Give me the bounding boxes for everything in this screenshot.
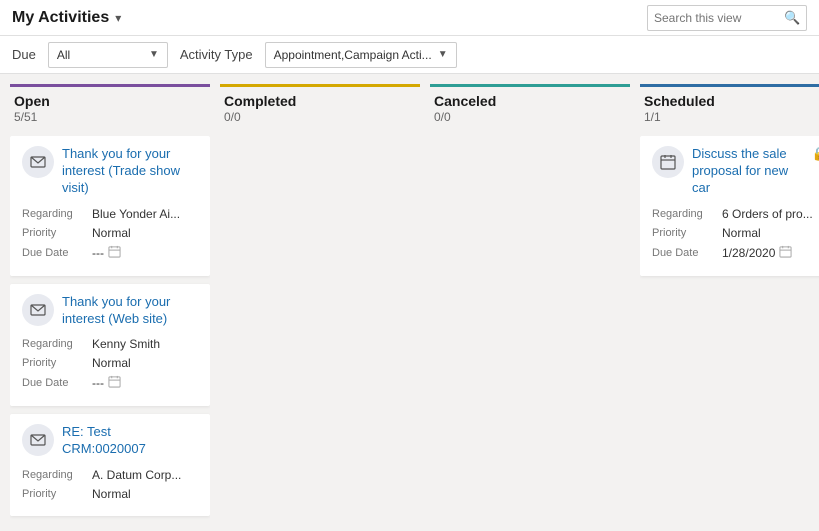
field-value-wrap: --- — [92, 245, 121, 261]
field-value: 6 Orders of pro... — [722, 207, 819, 221]
field-value: --- — [92, 376, 104, 390]
field-value: --- — [92, 246, 104, 260]
column-open: Open 5/51 Thank you for your interest (T… — [10, 84, 210, 521]
column-header-completed: Completed 0/0 — [220, 84, 420, 128]
field-value-wrap: --- — [92, 375, 121, 391]
column-count-canceled: 0/0 — [434, 110, 626, 124]
field-label: Regarding — [22, 338, 84, 350]
activity-icon — [22, 294, 54, 326]
field-value: Normal — [92, 356, 198, 370]
card-title[interactable]: RE: Test CRM:0020007 — [62, 424, 198, 458]
card-field: Due Date --- — [22, 245, 198, 261]
card[interactable]: Discuss the sale proposal for new car 🔒 … — [640, 136, 819, 276]
column-completed: Completed 0/0 — [220, 84, 420, 521]
cards-list-open: Thank you for your interest (Trade show … — [10, 136, 210, 521]
due-value: All — [57, 48, 70, 62]
activity-type-chevron-icon: ▼ — [438, 49, 448, 60]
column-count-open: 5/51 — [14, 110, 206, 124]
card-title[interactable]: Thank you for your interest (Web site) — [62, 294, 198, 328]
card-field: Due Date 1/28/2020 — [652, 245, 819, 261]
card-top: Thank you for your interest (Web site) — [22, 294, 198, 328]
field-value: Normal — [92, 487, 198, 501]
column-title-completed: Completed — [224, 93, 416, 109]
field-label: Due Date — [652, 247, 714, 259]
field-value: Kenny Smith — [92, 337, 198, 351]
calendar-icon[interactable] — [779, 245, 792, 261]
card-field: Regarding Blue Yonder Ai... — [22, 207, 198, 221]
field-value: A. Datum Corp... — [92, 468, 198, 482]
card-top: Thank you for your interest (Trade show … — [22, 146, 198, 197]
field-value: Blue Yonder Ai... — [92, 207, 198, 221]
card-field: Priority Normal — [22, 487, 198, 501]
column-title-open: Open — [14, 93, 206, 109]
activity-icon — [22, 146, 54, 178]
card-top: RE: Test CRM:0020007 — [22, 424, 198, 458]
field-value-wrap: 1/28/2020 — [722, 245, 792, 261]
field-label: Priority — [22, 227, 84, 239]
card[interactable]: RE: Test CRM:0020007 Regarding A. Datum … — [10, 414, 210, 516]
field-label: Priority — [652, 227, 714, 239]
field-value: 1/28/2020 — [722, 246, 775, 260]
card-field: Regarding A. Datum Corp... — [22, 468, 198, 482]
lock-icon: 🔒 — [812, 146, 819, 162]
column-title-canceled: Canceled — [434, 93, 626, 109]
activity-type-value: Appointment,Campaign Acti... — [274, 48, 432, 62]
cards-list-completed — [220, 136, 420, 521]
field-value: Normal — [92, 226, 198, 240]
activity-icon — [652, 146, 684, 178]
field-label: Regarding — [22, 208, 84, 220]
header-left: My Activities ▾ — [12, 9, 121, 27]
card-field: Regarding Kenny Smith — [22, 337, 198, 351]
field-label: Due Date — [22, 247, 84, 259]
card-title[interactable]: Discuss the sale proposal for new car — [692, 146, 804, 197]
page-title: My Activities — [12, 9, 109, 27]
card[interactable]: Thank you for your interest (Trade show … — [10, 136, 210, 276]
card-field: Priority Normal — [652, 226, 819, 240]
card-field: Due Date --- — [22, 375, 198, 391]
column-count-completed: 0/0 — [224, 110, 416, 124]
card-title[interactable]: Thank you for your interest (Trade show … — [62, 146, 198, 197]
column-count-scheduled: 1/1 — [644, 110, 819, 124]
activity-icon — [22, 424, 54, 456]
search-icon: 🔍 — [784, 10, 800, 26]
calendar-icon[interactable] — [108, 245, 121, 261]
card-field: Priority Normal — [22, 356, 198, 370]
activity-type-label: Activity Type — [180, 47, 253, 62]
activity-type-select[interactable]: Appointment,Campaign Acti... ▼ — [265, 42, 457, 68]
title-chevron-icon[interactable]: ▾ — [115, 11, 121, 25]
column-header-canceled: Canceled 0/0 — [430, 84, 630, 128]
app-header: My Activities ▾ 🔍 — [0, 0, 819, 36]
card-top: Discuss the sale proposal for new car 🔒 — [652, 146, 819, 197]
filter-bar: Due All ▼ Activity Type Appointment,Camp… — [0, 36, 819, 74]
field-label: Regarding — [652, 208, 714, 220]
card[interactable]: Thank you for your interest (Web site) R… — [10, 284, 210, 407]
calendar-icon[interactable] — [108, 375, 121, 391]
search-input[interactable] — [654, 11, 784, 25]
card-field: Regarding 6 Orders of pro... — [652, 207, 819, 221]
field-value: Normal — [722, 226, 819, 240]
card-field: Priority Normal — [22, 226, 198, 240]
cards-list-canceled — [430, 136, 630, 521]
column-canceled: Canceled 0/0 — [430, 84, 630, 521]
column-header-scheduled: Scheduled 1/1 — [640, 84, 819, 128]
kanban-board: Open 5/51 Thank you for your interest (T… — [0, 74, 819, 531]
column-title-scheduled: Scheduled — [644, 93, 819, 109]
search-box[interactable]: 🔍 — [647, 5, 807, 31]
column-scheduled: Scheduled 1/1 Discuss the sale proposal … — [640, 84, 819, 521]
due-label: Due — [12, 47, 36, 62]
cards-list-scheduled: Discuss the sale proposal for new car 🔒 … — [640, 136, 819, 521]
due-chevron-icon: ▼ — [149, 49, 159, 60]
field-label: Priority — [22, 357, 84, 369]
field-label: Regarding — [22, 469, 84, 481]
due-select[interactable]: All ▼ — [48, 42, 168, 68]
field-label: Due Date — [22, 377, 84, 389]
column-header-open: Open 5/51 — [10, 84, 210, 128]
field-label: Priority — [22, 488, 84, 500]
